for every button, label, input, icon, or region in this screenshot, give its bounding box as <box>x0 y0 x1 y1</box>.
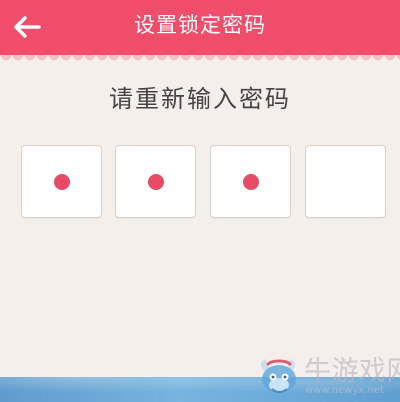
password-digit-box-2[interactable] <box>115 145 196 218</box>
header-scalloped-edge <box>0 55 400 63</box>
password-dot-icon <box>242 173 259 190</box>
watermark-url: www.newyx.net <box>305 385 384 396</box>
password-digit-box-1[interactable] <box>21 145 102 218</box>
lock-password-screen: 设置锁定密码 请重新输入密码 牛游戏 www.newyx.net <box>0 0 400 402</box>
watermark-brand: 牛游戏网 <box>304 356 400 387</box>
password-input[interactable] <box>21 145 386 218</box>
site-watermark: 牛游戏网 www.newyx.net <box>254 355 400 399</box>
reenter-password-prompt: 请重新输入密码 <box>109 85 291 113</box>
password-dot-icon <box>53 173 70 190</box>
password-dot-icon <box>147 173 164 190</box>
page-title: 设置锁定密码 <box>134 13 266 37</box>
top-bar: 设置锁定密码 <box>0 0 400 55</box>
password-digit-box-4[interactable] <box>305 145 386 218</box>
bull-mascot-icon <box>254 355 304 399</box>
password-digit-box-3[interactable] <box>210 145 291 218</box>
